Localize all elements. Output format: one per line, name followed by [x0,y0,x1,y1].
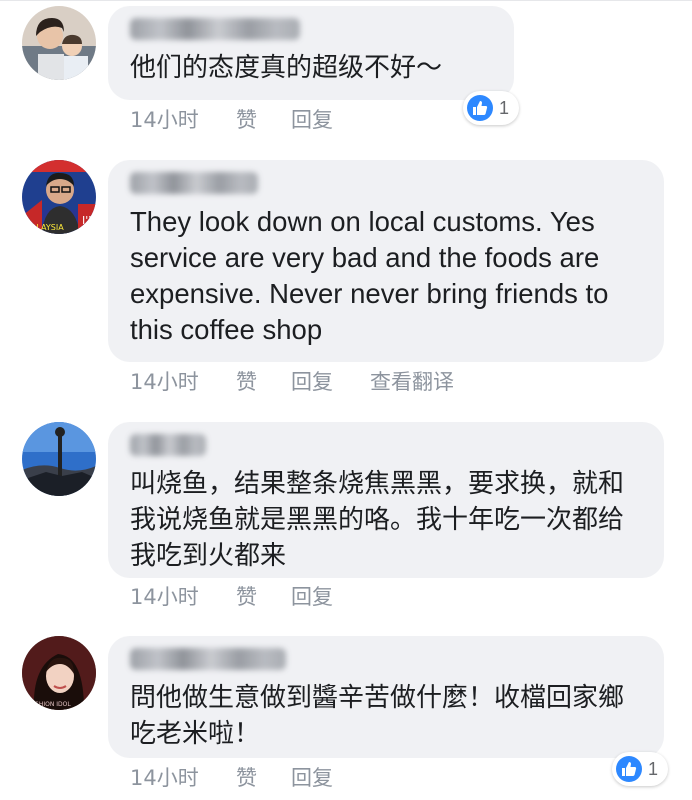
avatar[interactable] [22,6,96,80]
comment-text: 叫烧鱼，结果整条烧焦黑黑，要求换，就和我说烧鱼就是黑黑的咯。我十年吃一次都给我吃… [130,469,625,571]
thumbs-up-icon [467,95,493,121]
timestamp[interactable]: 14小时 [130,368,199,396]
comment-1: 他们的态度真的超级不好～ 1 14小时 赞 回复 [0,0,692,150]
svg-text:FASHION IDOL: FASHION IDOL [28,701,71,708]
avatar[interactable]: FASHION IDOL [22,636,96,710]
avatar[interactable]: I'M MALAYSIA [22,160,96,234]
timestamp[interactable]: 14小时 [130,764,199,792]
comment-thread: 他们的态度真的超级不好～ 1 14小时 赞 回复 I'M MALAYSIA Th… [0,0,692,800]
avatar[interactable] [22,422,96,496]
reaction-count: 1 [648,758,659,779]
timestamp[interactable]: 14小时 [130,106,199,134]
commenter-name-blurred[interactable] [130,172,258,194]
comment-text: 他们的态度真的超级不好～ [130,53,443,83]
commenter-name-blurred[interactable] [130,18,300,40]
like-button[interactable]: 赞 [236,106,257,134]
comment-2: I'M MALAYSIA They look down on local cus… [0,158,692,408]
thumbs-up-icon [616,756,642,782]
svg-text:I'M: I'M [82,214,96,227]
svg-text:MALAYSIA: MALAYSIA [24,223,64,232]
comment-4: FASHION IDOL 問他做生意做到醬辛苦做什麼！收檔回家鄉吃老米啦！ 1 … [0,632,692,800]
commenter-name-blurred[interactable] [130,434,206,456]
like-button[interactable]: 赞 [236,764,257,792]
like-button[interactable]: 赞 [236,583,257,611]
reply-button[interactable]: 回复 [291,106,333,134]
comment-bubble: They look down on local customs. Yes ser… [108,160,664,362]
reply-button[interactable]: 回复 [291,583,333,611]
comment-text: They look down on local customs. Yes ser… [130,206,617,345]
comment-text: 問他做生意做到醬辛苦做什麼！收檔回家鄉吃老米啦！ [130,683,625,749]
reply-button[interactable]: 回复 [291,368,333,396]
comment-bubble: 叫烧鱼，结果整条烧焦黑黑，要求换，就和我说烧鱼就是黑黑的咯。我十年吃一次都给我吃… [108,422,664,578]
timestamp[interactable]: 14小时 [130,583,199,611]
comment-bubble: 他们的态度真的超级不好～ [108,6,514,100]
reply-button[interactable]: 回复 [291,764,333,792]
reaction-summary[interactable]: 1 [463,91,519,125]
reaction-summary[interactable]: 1 [612,752,668,786]
comment-3: 叫烧鱼，结果整条烧焦黑黑，要求换，就和我说烧鱼就是黑黑的咯。我十年吃一次都给我吃… [0,420,692,620]
comment-bubble: 問他做生意做到醬辛苦做什麼！收檔回家鄉吃老米啦！ [108,636,664,758]
commenter-name-blurred[interactable] [130,648,286,670]
like-button[interactable]: 赞 [236,368,257,396]
see-translation-button[interactable]: 查看翻译 [370,368,454,396]
reaction-count: 1 [499,97,510,118]
